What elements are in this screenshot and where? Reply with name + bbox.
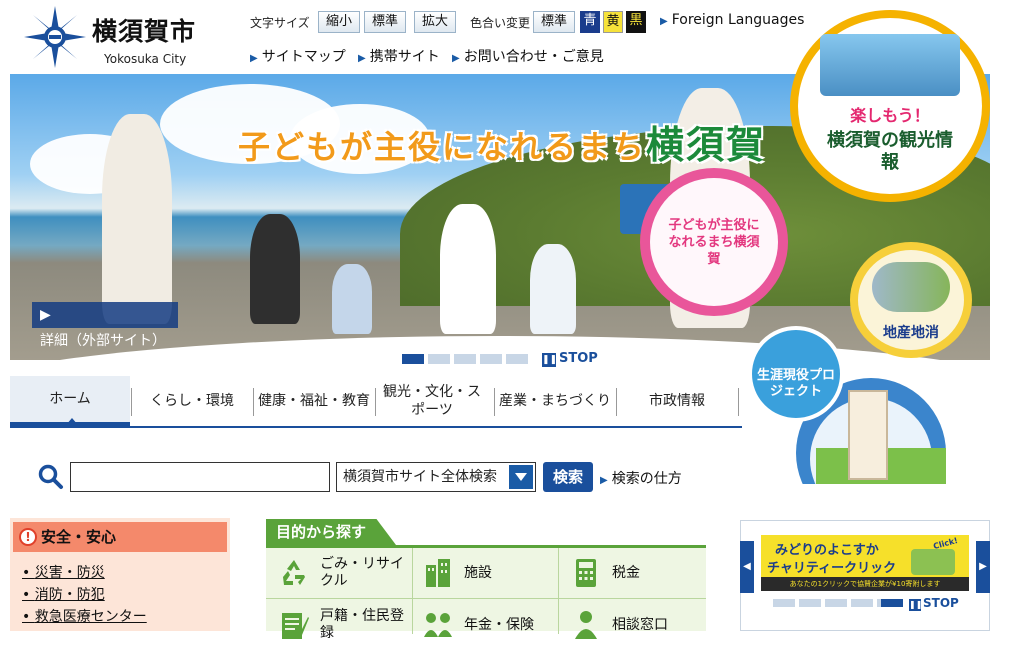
color-yellow-button[interactable]: 黄 <box>603 11 623 33</box>
search-scope-select[interactable]: 横須賀市サイト全体検索 <box>336 462 536 492</box>
contact-link[interactable]: ▶ お問い合わせ・ご意見 <box>452 46 604 66</box>
triangle-icon: ▶ <box>452 53 460 64</box>
person-image <box>102 114 172 324</box>
search-help-link[interactable]: ▶ 検索の仕方 <box>600 468 682 488</box>
city-emblem-icon[interactable] <box>24 6 86 68</box>
charity-click-banner[interactable]: みどりのよこすか チャリティークリック Click! あなたの1クリックで協賛企… <box>761 535 969 591</box>
slider-dot[interactable] <box>480 354 502 364</box>
safety-panel: ! 安全・安心 • 災害・防災 • 消防・防犯 • 救急医療センター <box>10 518 230 631</box>
nav-industry[interactable]: 産業・まちづくり <box>495 376 615 426</box>
triangle-icon: ▶ <box>660 16 668 27</box>
mobile-site-link[interactable]: ▶ 携帯サイト <box>358 46 440 66</box>
purpose-registry[interactable]: 戸籍・住民登録 <box>278 600 408 650</box>
banner-prev-arrow[interactable]: ◀ <box>740 541 754 593</box>
child-image <box>530 244 576 334</box>
charity-banner-box: ◀ ▶ みどりのよこすか チャリティークリック Click! あなたの1クリック… <box>740 520 990 631</box>
purpose-garbage[interactable]: ごみ・リサイクル <box>278 548 408 598</box>
lighthouse-image <box>848 390 888 480</box>
recycle-icon <box>283 560 305 585</box>
purpose-facilities[interactable]: 施設 <box>422 548 552 598</box>
pause-icon: ❚❚ <box>542 353 558 367</box>
purpose-tab: 目的から探す <box>266 519 396 545</box>
hand-click-icon <box>911 549 955 575</box>
font-size-small-button[interactable]: 縮小 <box>318 11 360 33</box>
building-icon <box>426 559 450 587</box>
chevron-down-icon <box>509 465 533 489</box>
slider-dot[interactable] <box>506 354 528 364</box>
nav-tourism[interactable]: 観光・文化・スポーツ <box>382 376 482 426</box>
child-image <box>332 264 372 334</box>
banner-next-arrow[interactable]: ▶ <box>976 541 990 593</box>
local-produce-badge[interactable]: 地産地消 <box>850 242 972 358</box>
purpose-grid: ごみ・リサイクル 施設 税金 戸籍・住民登録 年金・保険 相談窓口 <box>266 545 706 641</box>
document-icon <box>282 613 309 639</box>
purpose-taxes[interactable]: 税金 <box>570 548 700 598</box>
tourism-info-badge[interactable]: 楽しもう！ 横須賀の観光情報 <box>790 10 990 202</box>
foreign-languages-link[interactable]: ▶ Foreign Languages <box>660 12 804 28</box>
purpose-consultation[interactable]: 相談窓口 <box>570 600 700 650</box>
city-name-english: Yokosuka City <box>104 52 187 66</box>
font-size-label: 文字サイズ <box>250 16 310 30</box>
slider-stop-button[interactable]: ❚❚ STOP <box>542 351 598 367</box>
alert-icon: ! <box>19 528 37 546</box>
banner-dot[interactable] <box>773 599 795 607</box>
nav-active-indicator <box>66 418 78 425</box>
color-change-label: 色合い変更 <box>470 16 531 30</box>
color-standard-button[interactable]: 標準 <box>533 11 575 33</box>
child-image <box>250 214 300 324</box>
calculator-icon <box>576 559 596 587</box>
slider-dot[interactable] <box>428 354 450 364</box>
safety-heading: ! 安全・安心 <box>13 522 227 552</box>
font-size-standard-button[interactable]: 標準 <box>364 11 406 33</box>
safety-link-fire[interactable]: • 消防・防犯 <box>22 584 105 604</box>
purpose-pension[interactable]: 年金・保険 <box>422 600 552 650</box>
banner-dot[interactable] <box>881 599 903 607</box>
pause-icon: ❚❚ <box>909 599 923 611</box>
nav-city-info[interactable]: 市政情報 <box>617 376 737 426</box>
safety-link-disaster[interactable]: • 災害・防災 <box>22 562 105 582</box>
person-icon <box>575 611 597 639</box>
triangle-icon: ▶ <box>358 53 366 64</box>
main-nav: ホーム くらし・環境 健康・福祉・教育 観光・文化・スポーツ 産業・まちづくり … <box>10 376 742 428</box>
color-black-button[interactable]: 黒 <box>626 11 646 33</box>
city-name[interactable]: 横須賀市 <box>92 12 196 48</box>
triangle-icon: ▶ <box>600 475 608 486</box>
banner-stop-button[interactable]: ❚❚STOP <box>909 596 959 611</box>
sitemap-link[interactable]: ▶ サイトマップ <box>250 46 346 66</box>
slider-dot[interactable] <box>402 354 424 364</box>
safety-link-emergency[interactable]: • 救急医療センター <box>22 606 147 626</box>
people-icon <box>424 613 452 637</box>
search-button[interactable]: 検索 <box>543 462 593 492</box>
nav-health[interactable]: 健康・福祉・教育 <box>254 376 374 426</box>
slider-dot[interactable] <box>454 354 476 364</box>
banner-dot[interactable] <box>799 599 821 607</box>
child-image <box>440 204 496 334</box>
ferry-image <box>820 34 960 96</box>
search-icon <box>38 464 63 489</box>
banner-dot[interactable] <box>825 599 847 607</box>
lifelong-project-badge[interactable]: 生涯現役プロジェクト <box>748 326 844 422</box>
hero-detail-button[interactable]: ▶ 詳細（外部サイト） <box>32 302 178 349</box>
banner-dot[interactable] <box>851 599 873 607</box>
child-project-badge[interactable]: 子どもが主役になれるまち横須賀 <box>640 168 788 316</box>
nav-living[interactable]: くらし・環境 <box>132 376 252 426</box>
fish-vegetable-image <box>872 262 950 312</box>
color-blue-button[interactable]: 青 <box>580 11 600 33</box>
font-size-large-button[interactable]: 拡大 <box>414 11 456 33</box>
triangle-icon: ▶ <box>250 53 258 64</box>
search-input[interactable] <box>70 462 330 492</box>
hero-title: 子どもが主役になれるまち横須賀 <box>238 123 767 167</box>
